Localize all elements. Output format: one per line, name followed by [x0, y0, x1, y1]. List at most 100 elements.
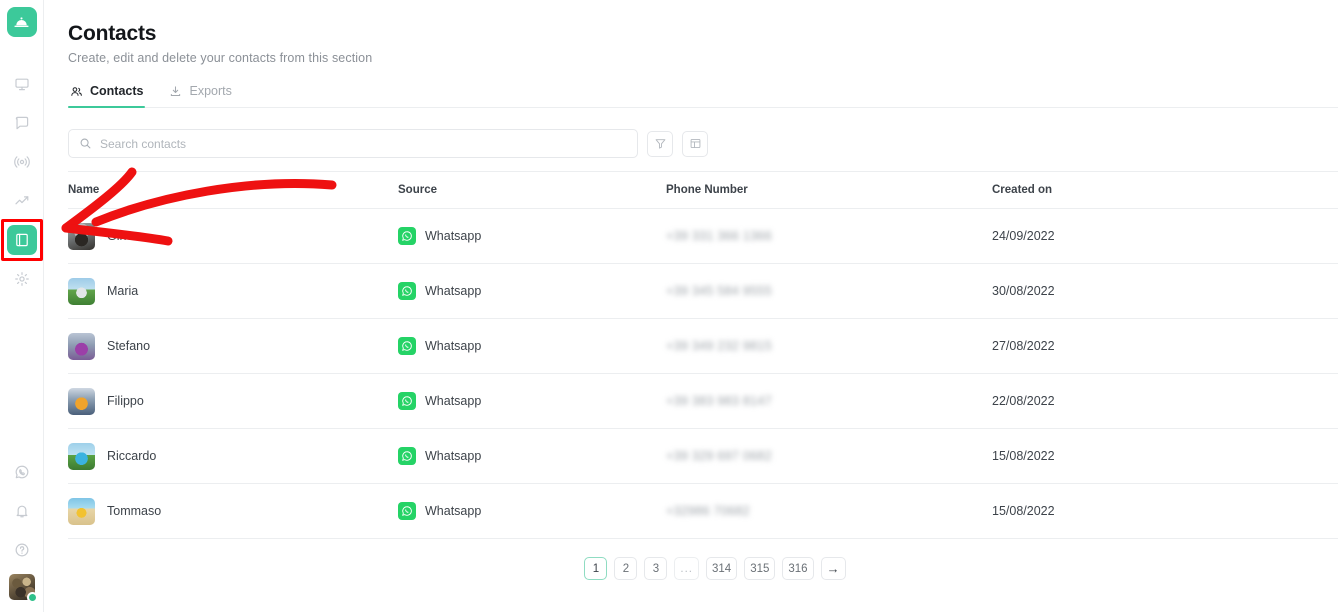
- contact-phone: +39 329 697 0682: [666, 449, 772, 463]
- contact-avatar: [68, 443, 95, 470]
- cell-created-on: 27/08/2022: [992, 319, 1302, 374]
- tab-contacts-label: Contacts: [90, 84, 143, 98]
- online-status-dot: [27, 592, 38, 603]
- cell-name: Maria: [68, 264, 398, 319]
- sidebar-item-whatsapp[interactable]: [7, 457, 37, 487]
- next-page-button[interactable]: →: [821, 557, 846, 580]
- sidebar-nav-bottom: [7, 457, 37, 612]
- cell-source: Whatsapp: [398, 429, 666, 484]
- sidebar-item-notifications[interactable]: [7, 496, 37, 526]
- table-row[interactable]: Tommaso Whatsa: [68, 484, 1338, 539]
- contact-phone: +39 349 232 9815: [666, 339, 772, 353]
- app-root: Contacts Create, edit and delete your co…: [0, 0, 1338, 612]
- whatsapp-icon: [14, 464, 30, 480]
- table-row[interactable]: Maria Whatsapp: [68, 264, 1338, 319]
- contact-avatar: [68, 498, 95, 525]
- tab-exports[interactable]: Exports: [167, 84, 233, 107]
- sidebar-item-monitor[interactable]: [7, 69, 37, 99]
- sidebar-nav-top: [7, 69, 37, 303]
- source-label: Whatsapp: [425, 394, 481, 408]
- table-header-row: Name Source Phone Number Created on: [68, 172, 1338, 209]
- sidebar-item-chat[interactable]: [7, 108, 37, 138]
- page-button-1[interactable]: 1: [584, 557, 607, 580]
- table-row[interactable]: Stefano Whatsa: [68, 319, 1338, 374]
- contact-avatar: [68, 223, 95, 250]
- cell-source: Whatsapp: [398, 484, 666, 539]
- sidebar-item-analytics[interactable]: [7, 186, 37, 216]
- cell-phone: +39 383 983 8147: [666, 374, 992, 429]
- contacts-book-icon: [14, 232, 30, 248]
- table-row[interactable]: Riccardo Whats: [68, 429, 1338, 484]
- cell-actions: [1302, 209, 1338, 264]
- tab-contacts[interactable]: Contacts: [68, 84, 145, 107]
- table-header: Name Source Phone Number Created on: [68, 172, 1338, 209]
- page-header: Contacts Create, edit and delete your co…: [44, 0, 1338, 65]
- column-header-source[interactable]: Source: [398, 172, 666, 209]
- download-icon: [169, 85, 182, 98]
- sidebar: [0, 0, 44, 612]
- cell-created-on: 24/09/2022: [992, 209, 1302, 264]
- column-header-phone[interactable]: Phone Number: [666, 172, 992, 209]
- whatsapp-badge-icon: [398, 337, 416, 355]
- contact-name: Filippo: [107, 394, 144, 408]
- account-avatar[interactable]: [9, 574, 35, 600]
- tab-exports-label: Exports: [189, 84, 231, 98]
- sidebar-item-help[interactable]: [7, 535, 37, 565]
- table-toolbar: [68, 129, 1338, 158]
- contacts-table: Name Source Phone Number Created on Gino: [68, 172, 1338, 539]
- source-label: Whatsapp: [425, 449, 481, 463]
- contact-phone: +39 345 584 9555: [666, 284, 772, 298]
- contact-phone: +39 331 366 1366: [666, 229, 772, 243]
- sidebar-item-contacts[interactable]: [7, 225, 37, 255]
- trending-up-icon: [14, 193, 30, 209]
- main-content: Contacts Create, edit and delete your co…: [44, 0, 1338, 612]
- cell-name: Filippo: [68, 374, 398, 429]
- people-icon: [70, 85, 83, 98]
- monitor-icon: [14, 76, 30, 92]
- contact-avatar: [68, 388, 95, 415]
- tab-bar: Contacts Exports: [68, 84, 1338, 108]
- contact-name: Tommaso: [107, 504, 161, 518]
- whatsapp-badge-icon: [398, 392, 416, 410]
- search-input[interactable]: [100, 137, 627, 151]
- cell-created-on: 15/08/2022: [992, 429, 1302, 484]
- sidebar-item-broadcast[interactable]: [7, 147, 37, 177]
- bell-icon: [14, 503, 30, 519]
- search-box[interactable]: [68, 129, 638, 158]
- page-button-3[interactable]: 3: [644, 557, 667, 580]
- table-row[interactable]: Gino Whatsapp: [68, 209, 1338, 264]
- contact-name: Stefano: [107, 339, 150, 353]
- cell-name: Gino: [68, 209, 398, 264]
- columns-button[interactable]: [682, 131, 708, 157]
- filter-button[interactable]: [647, 131, 673, 157]
- whatsapp-badge-icon: [398, 502, 416, 520]
- sidebar-item-settings[interactable]: [7, 264, 37, 294]
- contacts-table-container: Name Source Phone Number Created on Gino: [68, 171, 1338, 539]
- broadcast-icon: [14, 154, 30, 170]
- cell-source: Whatsapp: [398, 319, 666, 374]
- source-label: Whatsapp: [425, 339, 481, 353]
- page-button-2[interactable]: 2: [614, 557, 637, 580]
- cell-phone: +32986 70682: [666, 484, 992, 539]
- table-row[interactable]: Filippo Whatsa: [68, 374, 1338, 429]
- cell-source: Whatsapp: [398, 209, 666, 264]
- page-button-314[interactable]: 314: [706, 557, 737, 580]
- cell-name: Riccardo: [68, 429, 398, 484]
- cell-created-on: 30/08/2022: [992, 264, 1302, 319]
- cell-name: Stefano: [68, 319, 398, 374]
- contact-name: Riccardo: [107, 449, 156, 463]
- column-header-name[interactable]: Name: [68, 172, 398, 209]
- column-header-created-on[interactable]: Created on: [992, 172, 1302, 209]
- page-button-315[interactable]: 315: [744, 557, 775, 580]
- cell-actions: [1302, 264, 1338, 319]
- app-logo[interactable]: [7, 7, 37, 37]
- whatsapp-badge-icon: [398, 447, 416, 465]
- contact-name: Maria: [107, 284, 138, 298]
- pagination: 1 2 3 ... 314 315 316 →: [68, 539, 1338, 580]
- cell-created-on: 15/08/2022: [992, 484, 1302, 539]
- page-button-316[interactable]: 316: [782, 557, 813, 580]
- cell-actions: [1302, 374, 1338, 429]
- contact-name: Gino: [107, 229, 133, 243]
- contact-avatar: [68, 278, 95, 305]
- cell-source: Whatsapp: [398, 374, 666, 429]
